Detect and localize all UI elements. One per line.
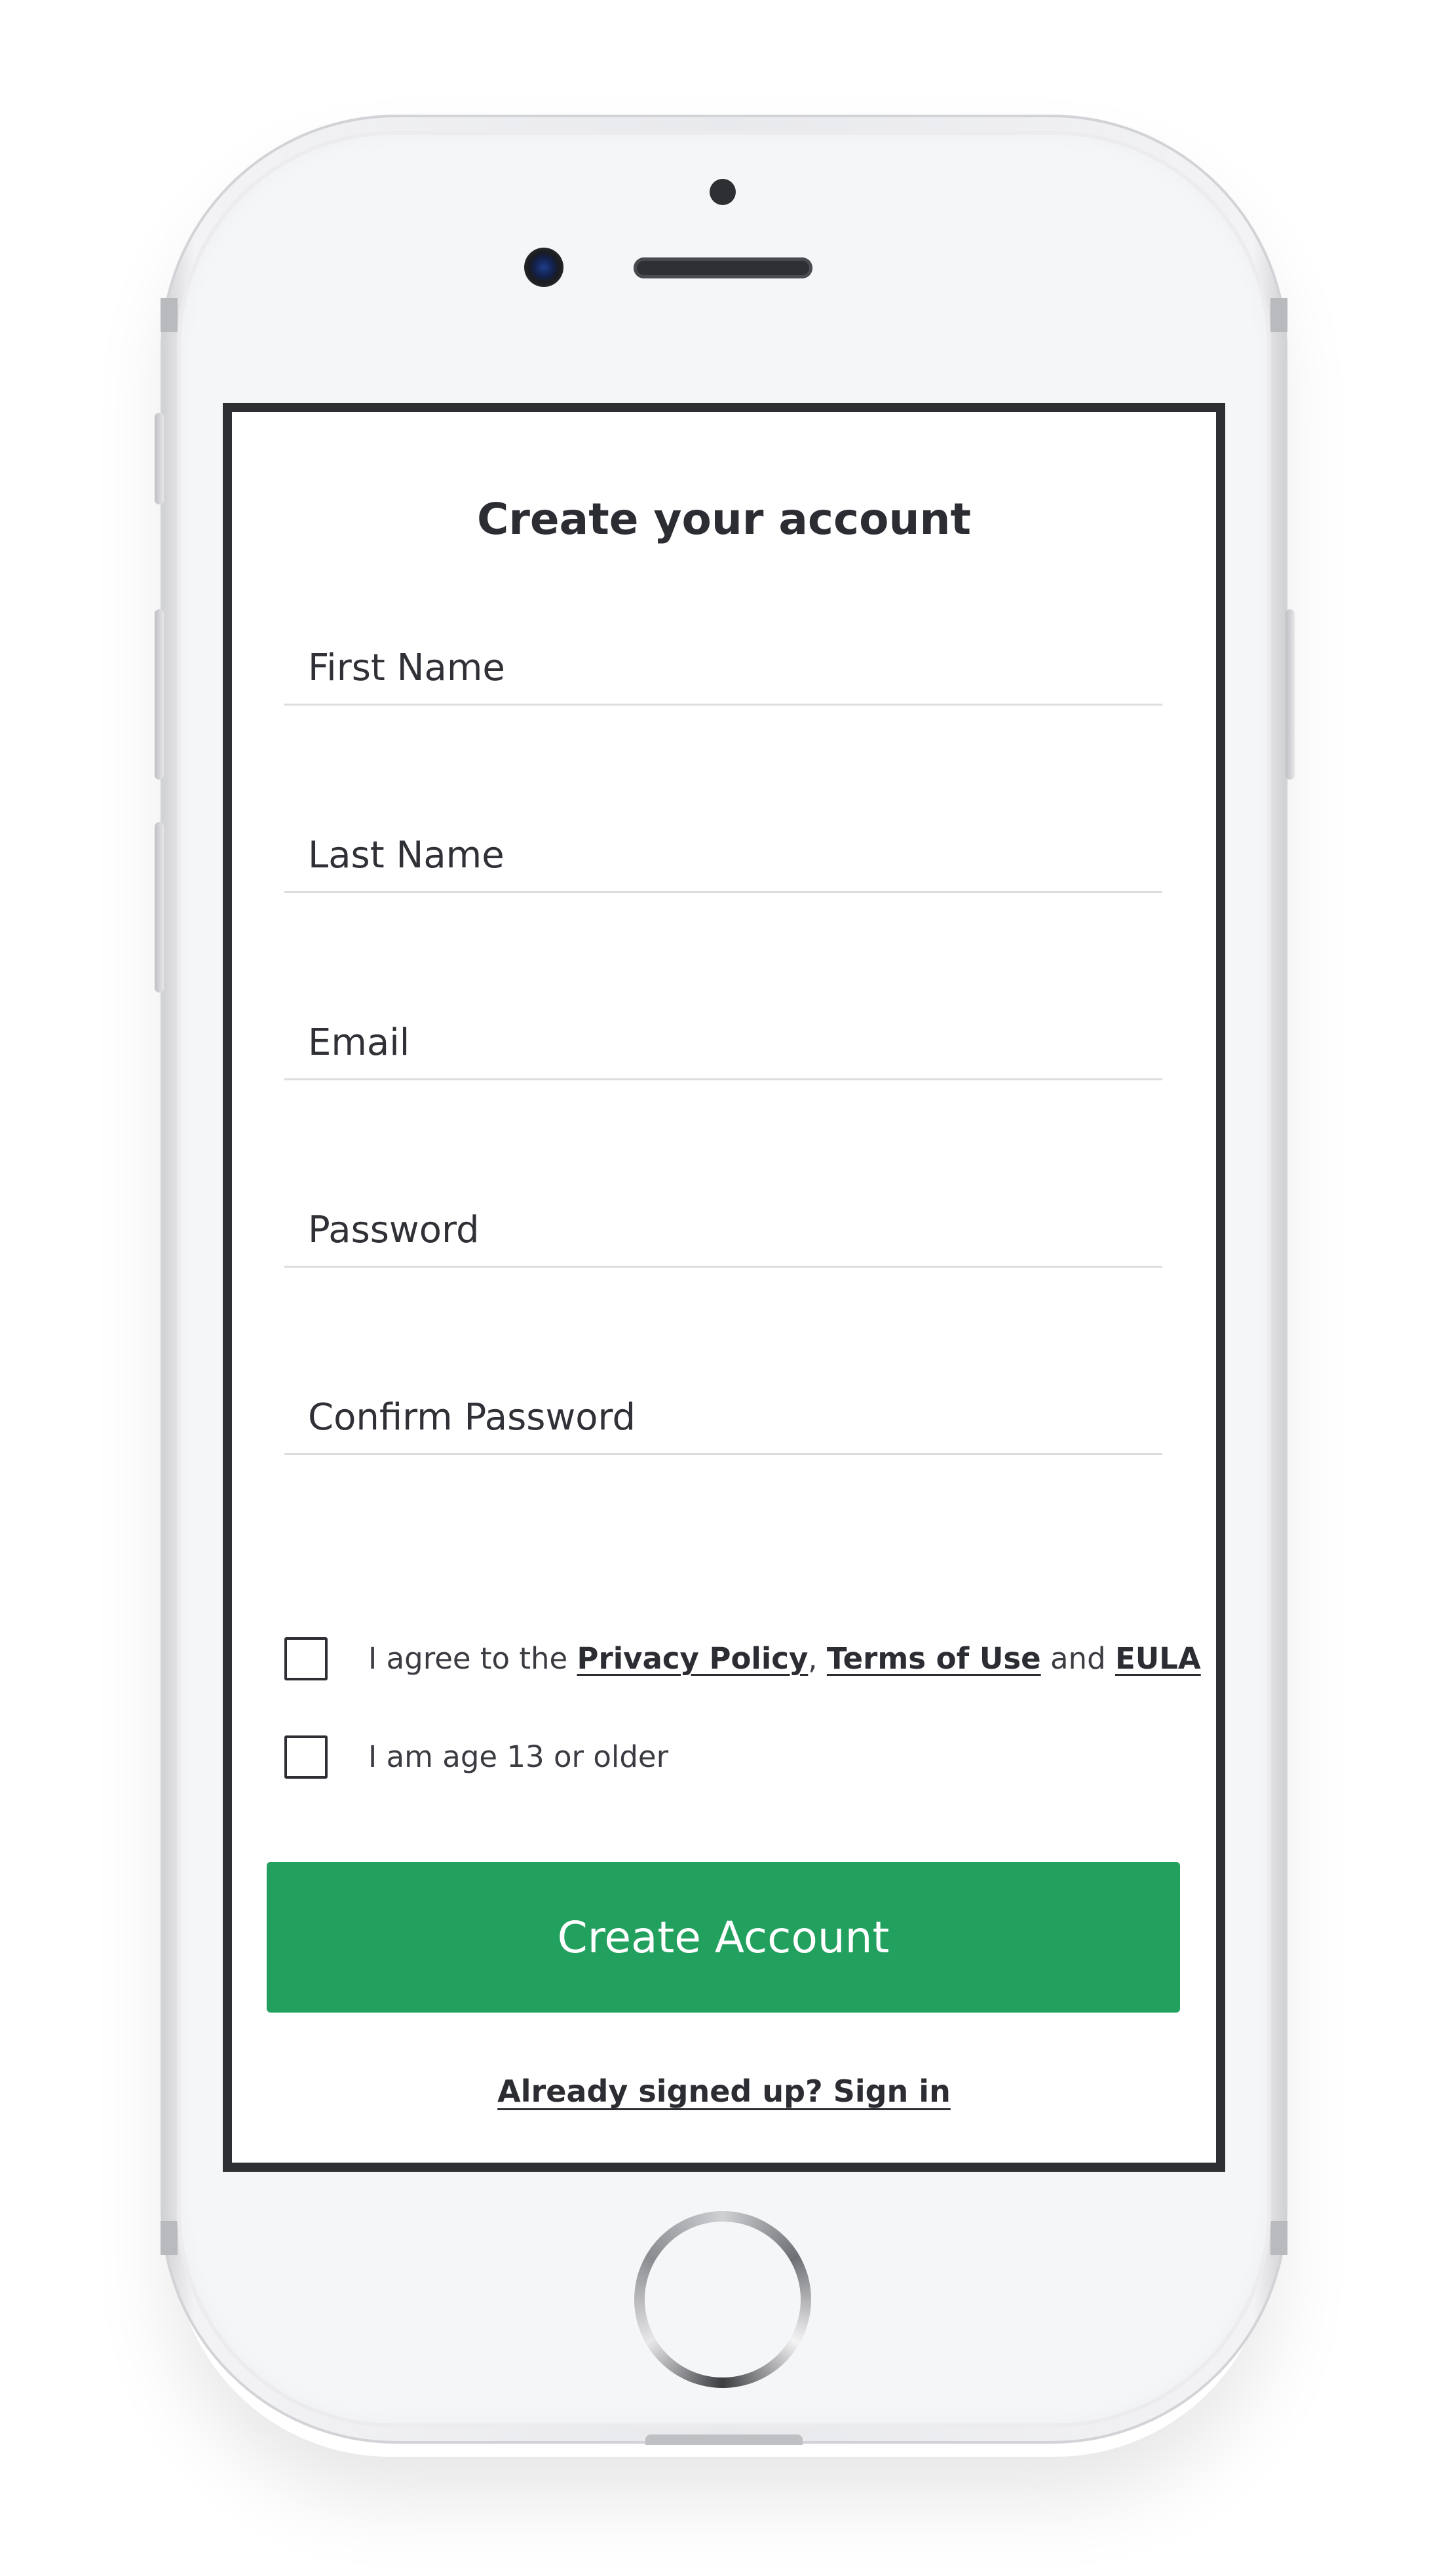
- phone-screen: Create your account I agree to the Priva…: [223, 403, 1225, 2172]
- antenna-band: [161, 298, 178, 332]
- confirm-password-field: [284, 1381, 1162, 1455]
- age-confirm-checkbox[interactable]: [284, 1735, 328, 1779]
- volume-down-button: [155, 822, 164, 993]
- email-input[interactable]: [308, 1006, 1147, 1078]
- email-field: [284, 1006, 1162, 1080]
- mute-switch: [155, 413, 164, 504]
- confirm-password-input[interactable]: [308, 1381, 1147, 1453]
- home-button-icon: [634, 2211, 811, 2388]
- volume-up-button: [155, 609, 164, 780]
- agree-terms-row: I agree to the Privacy Policy, Terms of …: [284, 1637, 1201, 1687]
- lightning-port: [645, 2434, 803, 2445]
- earpiece-speaker-icon: [634, 257, 812, 278]
- agree-and-text: and: [1040, 1641, 1115, 1676]
- home-button-center: [645, 2222, 801, 2377]
- last-name-field: [284, 819, 1162, 893]
- front-camera-icon: [524, 248, 563, 287]
- age-confirm-row: I am age 13 or older: [284, 1735, 1189, 1785]
- agree-terms-checkbox[interactable]: [284, 1637, 328, 1680]
- antenna-band: [1270, 298, 1287, 332]
- password-field: [284, 1194, 1162, 1268]
- page-title: Create your account: [476, 494, 972, 544]
- create-account-button[interactable]: Create Account: [267, 1862, 1180, 2013]
- antenna-band: [1270, 2221, 1287, 2255]
- agree-prefix-text: I agree to the: [368, 1641, 577, 1676]
- device-mockup: Create your account I agree to the Priva…: [0, 0, 1448, 2576]
- proximity-sensor-icon: [710, 179, 736, 205]
- eula-link[interactable]: EULA: [1115, 1641, 1201, 1676]
- antenna-band: [161, 2221, 178, 2255]
- first-name-input[interactable]: [308, 632, 1147, 704]
- age-confirm-label: I am age 13 or older: [368, 1739, 669, 1774]
- power-button: [1286, 609, 1295, 780]
- sign-in-link[interactable]: Already signed up? Sign in: [232, 2074, 1216, 2109]
- first-name-field: [284, 632, 1162, 706]
- privacy-policy-link[interactable]: Privacy Policy: [577, 1641, 809, 1676]
- agree-terms-label: I agree to the Privacy Policy, Terms of …: [368, 1641, 1201, 1676]
- password-input[interactable]: [308, 1194, 1147, 1266]
- agree-separator-text: ,: [808, 1641, 827, 1676]
- last-name-input[interactable]: [308, 819, 1147, 891]
- terms-of-use-link[interactable]: Terms of Use: [827, 1641, 1041, 1676]
